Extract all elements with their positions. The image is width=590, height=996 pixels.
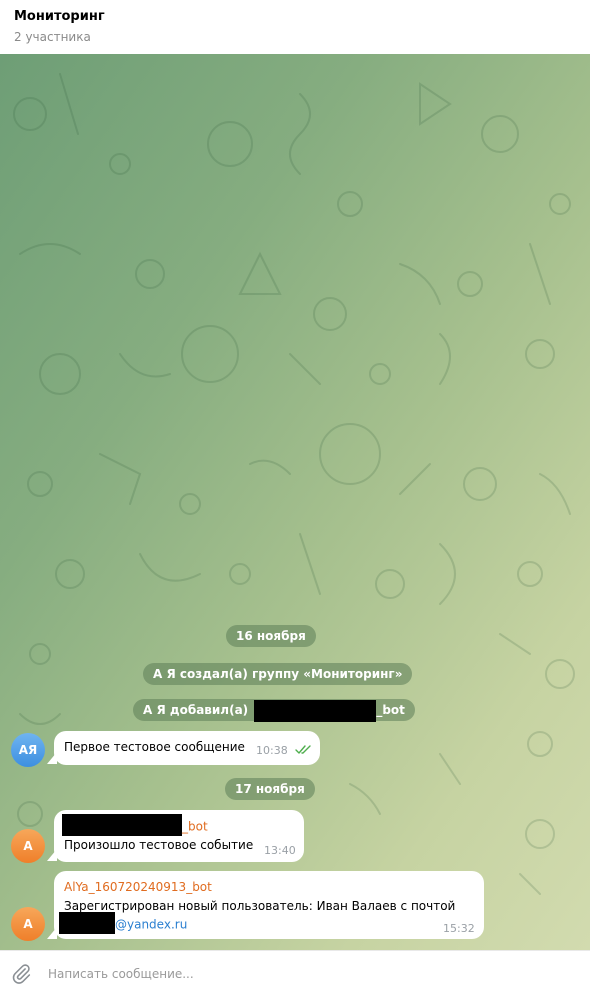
service-message-group-created: А Я создал(а) группу «Мониторинг» xyxy=(143,663,413,685)
message-bubble[interactable]: _bot Произошло тестовое событие 13:40 xyxy=(54,810,304,862)
message-text: Зарегистрирован новый пользователь: Иван… xyxy=(64,899,456,913)
message-composer xyxy=(0,950,590,996)
double-check-icon xyxy=(295,745,311,754)
avatar[interactable]: АЯ xyxy=(11,733,45,767)
service-message-prefix: А Я добавил(а) xyxy=(143,703,249,717)
message-sender[interactable]: AlYa_160720240913_bot xyxy=(64,880,212,894)
redacted-email-user xyxy=(59,912,115,934)
message-time: 10:38 xyxy=(256,744,288,757)
chat-messages-area[interactable]: 16 ноября А Я создал(а) группу «Монитори… xyxy=(0,54,590,950)
message-text-line2: @yandex.ru xyxy=(59,912,187,934)
message-time: 15:32 xyxy=(443,922,475,935)
avatar[interactable]: А xyxy=(11,907,45,941)
service-message-member-added: А Я добавил(а) _bot xyxy=(133,699,415,722)
redacted-sender-name xyxy=(62,814,182,836)
redacted-bot-name xyxy=(254,699,377,722)
message-text: Первое тестовое сообщение xyxy=(64,740,245,754)
email-link[interactable]: @yandex.ru xyxy=(115,918,187,932)
sender-suffix: _bot xyxy=(182,819,208,834)
message-bubble[interactable]: Первое тестовое сообщение 10:38 xyxy=(54,731,320,765)
avatar[interactable]: А xyxy=(11,829,45,863)
date-separator: 16 ноября xyxy=(226,625,316,647)
chat-member-count: 2 участника xyxy=(14,30,91,44)
paperclip-icon[interactable] xyxy=(10,963,32,985)
date-separator: 17 ноября xyxy=(225,778,315,800)
chat-header[interactable]: Мониторинг 2 участника xyxy=(0,0,590,54)
message-text: Произошло тестовое событие xyxy=(64,838,254,852)
message-time: 13:40 xyxy=(264,844,296,857)
message-bubble[interactable]: AlYa_160720240913_bot Зарегистрирован но… xyxy=(54,871,484,939)
chat-title: Мониторинг xyxy=(14,9,105,24)
message-input[interactable] xyxy=(48,964,568,984)
service-message-suffix: _bot xyxy=(376,703,405,717)
message-sender[interactable]: _bot xyxy=(62,814,208,836)
